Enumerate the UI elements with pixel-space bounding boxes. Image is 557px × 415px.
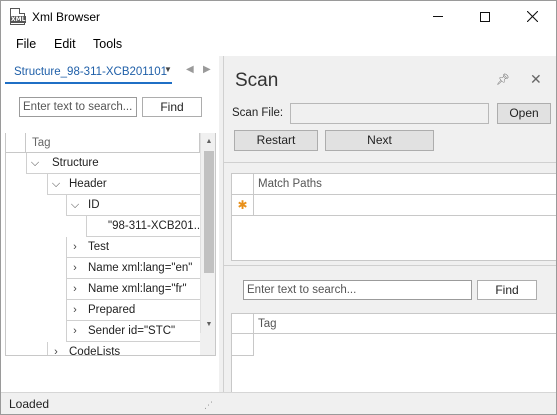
maximize-button[interactable] (462, 1, 508, 32)
new-row-asterisk-icon: ✱ (232, 195, 254, 215)
tree-node-label: CodeLists (69, 346, 121, 356)
expand-chevron-icon[interactable]: ⌵ (30, 157, 40, 170)
tree-search-input[interactable]: Enter text to search... (19, 97, 137, 117)
open-button[interactable]: Open (497, 103, 551, 124)
tree-vertical-scrollbar[interactable]: ▲ ▼ (200, 133, 215, 333)
restart-button[interactable]: Restart (234, 130, 318, 151)
title-bar: XML Xml Browser (1, 1, 556, 32)
expand-chevron-icon[interactable]: › (70, 262, 80, 274)
minimize-button[interactable] (415, 1, 461, 32)
scan-tag-grid: Tag (231, 313, 556, 393)
tree-node[interactable]: ⌵ Header (47, 174, 200, 195)
expand-chevron-icon[interactable]: › (51, 346, 61, 355)
tab-structure-label: Structure_98-311-XCB201101 (14, 66, 168, 78)
tab-structure[interactable]: Structure_98-311-XCB201101 ▼ (5, 58, 172, 84)
tree-header-indicator (6, 133, 26, 153)
maximize-icon (480, 11, 490, 22)
tree-node-label: Name xml:lang="en" (88, 262, 193, 274)
window-title: Xml Browser (32, 10, 101, 24)
tree-node-label: Prepared (88, 304, 136, 316)
tree-node[interactable]: ⌵ Structure (26, 153, 200, 174)
scroll-down-arrow-icon[interactable]: ▼ (201, 316, 215, 333)
tree-header-tag: Tag (32, 137, 51, 149)
minimize-icon (433, 16, 443, 17)
divider (224, 265, 556, 266)
next-button[interactable]: Next (325, 130, 434, 151)
close-icon[interactable]: ✕ (530, 71, 542, 88)
tree-node[interactable]: ⌵ ID (66, 195, 200, 216)
tree-node[interactable]: › Test (66, 237, 200, 258)
tab-scroll-left-icon[interactable]: ◀ (186, 64, 194, 75)
tree-node-label: Structure (52, 157, 99, 169)
scan-panel-title: Scan (235, 70, 279, 91)
divider (224, 162, 556, 163)
expand-chevron-icon[interactable]: ⌵ (51, 178, 61, 191)
status-text: Loaded (9, 397, 50, 411)
tree-node[interactable]: › Name xml:lang="en" (66, 258, 200, 279)
scan-search-input[interactable]: Enter text to search... (243, 280, 472, 300)
expand-chevron-icon[interactable]: › (70, 241, 80, 253)
tag-grid-header: Tag (232, 314, 556, 334)
scroll-up-arrow-icon[interactable]: ▲ (201, 133, 215, 150)
scrollbar-corner (200, 333, 215, 355)
menu-edit[interactable]: Edit (54, 37, 76, 51)
app-icon-text: XML (10, 16, 27, 23)
scan-panel: Scan 📌︎ ✕ Scan File: Open Restart Next M… (223, 56, 556, 408)
tree-node-label: "98-311-XCB201... (108, 220, 200, 232)
xml-file-icon: XML (10, 8, 27, 25)
expand-chevron-icon[interactable]: ⌵ (70, 199, 80, 212)
tree-rows: ⌵ Structure ⌵ Header ⌵ ID "98-311-XCB201… (6, 153, 200, 356)
row-indicator (232, 334, 254, 356)
xml-tree: Tag ⌵ Structure ⌵ Header ⌵ ID "98-311-XC… (5, 133, 216, 356)
tree-node-label: ID (88, 199, 100, 211)
match-paths-header: Match Paths (232, 174, 556, 195)
pin-icon[interactable]: 📌︎ (496, 73, 510, 86)
scan-file-label: Scan File: (232, 107, 284, 119)
scrollbar-thumb[interactable] (204, 151, 214, 273)
xml-browser-window: XML Xml Browser File Edit Tools Structur… (0, 0, 557, 415)
match-paths-grid: Match Paths ✱ (231, 173, 556, 261)
status-bar: Loaded ⋰ (1, 392, 556, 414)
tree-header: Tag (6, 133, 215, 153)
tree-node[interactable]: "98-311-XCB201... (86, 216, 200, 237)
tree-node[interactable]: › CodeLists (47, 342, 200, 356)
tree-node-label: Header (69, 178, 107, 190)
menu-bar: File Edit Tools (1, 32, 556, 56)
structure-panel: Structure_98-311-XCB201101 ▼ ◀ ▶ Enter t… (1, 56, 219, 393)
scan-file-input[interactable] (290, 103, 489, 124)
match-paths-column: Match Paths (258, 178, 322, 190)
tree-node[interactable]: › Name xml:lang="fr" (66, 279, 200, 300)
tab-scroll-right-icon[interactable]: ▶ (203, 64, 211, 75)
tree-node[interactable]: › Sender id="STC" (66, 321, 200, 342)
close-window-button[interactable] (509, 1, 555, 32)
tree-node[interactable]: › Prepared (66, 300, 200, 321)
expand-chevron-icon[interactable]: › (70, 283, 80, 295)
tree-node-label: Sender id="STC" (88, 325, 176, 337)
tree-node-label: Test (88, 241, 110, 253)
close-icon (526, 11, 538, 22)
resize-grip-icon[interactable]: ⋰ (204, 400, 214, 410)
tag-column: Tag (258, 318, 277, 330)
tree-find-button[interactable]: Find (142, 97, 202, 117)
menu-tools[interactable]: Tools (93, 37, 122, 51)
chevron-down-icon[interactable]: ▼ (164, 65, 172, 74)
tree-node-label: Name xml:lang="fr" (88, 283, 187, 295)
menu-file[interactable]: File (16, 37, 36, 51)
row-indicator-header (232, 314, 254, 334)
scan-find-button[interactable]: Find (477, 280, 537, 300)
expand-chevron-icon[interactable]: › (70, 325, 80, 337)
new-row[interactable]: ✱ (232, 195, 556, 216)
row-indicator-header (232, 174, 254, 195)
expand-chevron-icon[interactable]: › (70, 304, 80, 316)
